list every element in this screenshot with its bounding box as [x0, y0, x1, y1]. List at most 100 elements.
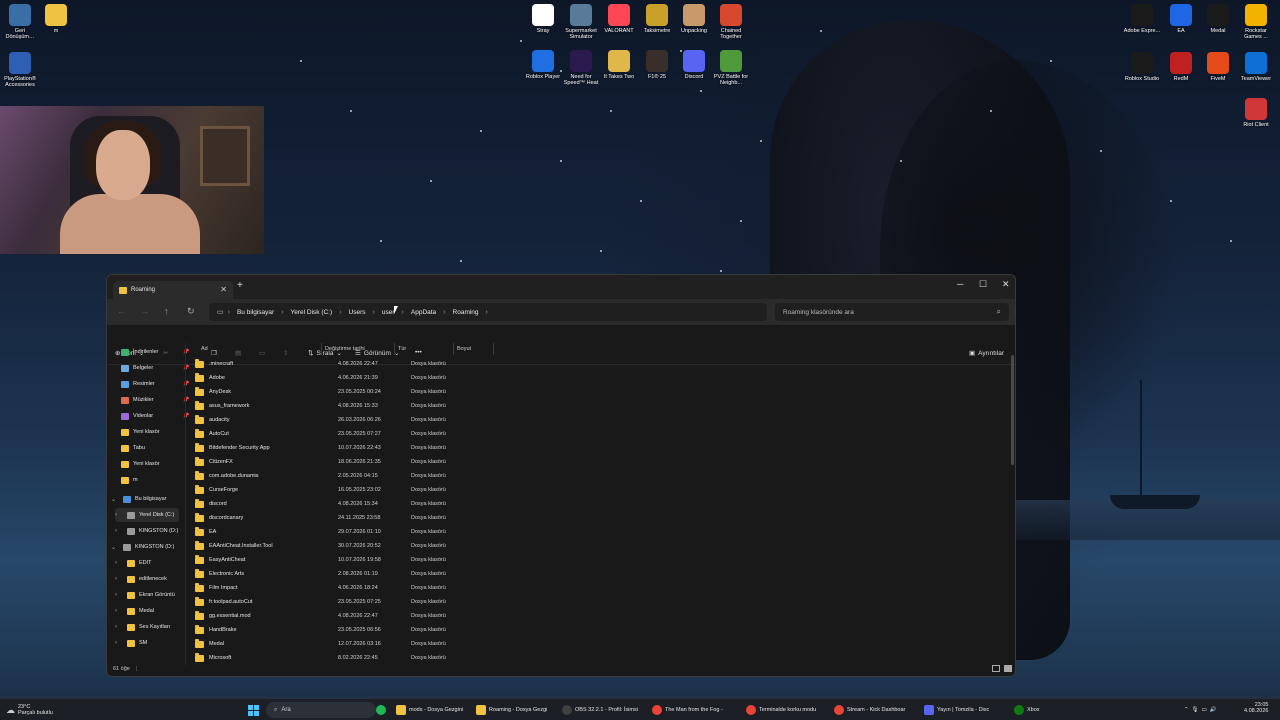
clock[interactable]: 23:05 4.08.2026 [1244, 702, 1268, 718]
column-header-type[interactable]: Tür [398, 343, 406, 355]
desktop-shortcut[interactable]: FiveM [1198, 52, 1238, 82]
column-header-name[interactable]: Ad [201, 343, 208, 355]
column-header-date[interactable]: Değiştirme tarihi [325, 343, 365, 355]
desktop-shortcut[interactable]: Riot Client [1236, 98, 1276, 128]
details-button[interactable]: ▣ Ayrıntılar [969, 349, 1004, 358]
desktop-shortcut[interactable]: RedM [1161, 52, 1201, 82]
sidebar-item[interactable]: Videolar 📌 [121, 409, 189, 423]
tree-item[interactable]: ⌄ Bu bilgisayar [111, 492, 179, 506]
file-row[interactable]: AutoCut 23.05.2025 07:27 Dosya klasörü [191, 427, 1011, 441]
file-row[interactable]: fr.toolpad.autoCut 23.05.2025 07:25 Dosya … [191, 595, 1011, 609]
file-row[interactable]: com.adobe.dunamis 2.05.2026 04:15 Dosya kl… [191, 469, 1011, 483]
desktop-shortcut[interactable]: VALORANT [599, 4, 639, 34]
file-row[interactable]: Film Impact 4.06.2026 18:24 Dosya klasörü [191, 581, 1011, 595]
file-row[interactable]: HandBrake 23.05.2025 06:56 Dosya klasörü [191, 623, 1011, 637]
desktop-shortcut[interactable]: Roblox Studio [1122, 52, 1162, 82]
file-row[interactable]: CurseForge 16.05.2025 23:02 Dosya klasörü [191, 483, 1011, 497]
breadcrumb-users[interactable]: Users [346, 309, 369, 316]
taskbar-app[interactable]: Xbox [1014, 702, 1040, 718]
copy-icon[interactable]: ❐ [211, 349, 217, 357]
file-row[interactable]: EA 29.07.2026 01:10 Dosya klasörü [191, 525, 1011, 539]
column-divider[interactable] [453, 343, 454, 355]
search-input[interactable]: Roaming klasöründe ara ⌕ [775, 303, 1009, 321]
weather-widget[interactable]: ☁ 23°C Parçalı bulutlu [6, 702, 53, 718]
chevron-right-icon[interactable]: › [115, 576, 123, 582]
sidebar-item[interactable]: Müzikler 📌 [121, 393, 189, 407]
column-header-size[interactable]: Boyut [457, 343, 471, 355]
column-divider[interactable] [493, 343, 494, 355]
more-options-button[interactable]: ••• [415, 349, 422, 356]
tree-item[interactable]: › SM [115, 636, 179, 650]
column-divider[interactable] [394, 343, 395, 355]
new-tab-icon[interactable]: + [237, 280, 243, 291]
desktop-shortcut[interactable]: PlayStation® Accessories [0, 52, 40, 89]
taskbar-app[interactable]: The Man from the Fog - [652, 702, 723, 718]
sidebar-item[interactable]: İndirilenler 📌 [121, 345, 189, 359]
file-row[interactable]: .minecraft 4.08.2026 22:47 Dosya klasörü [191, 357, 1011, 371]
tab-roaming[interactable]: Roaming ✕ [113, 281, 233, 299]
tab-close-icon[interactable]: ✕ [220, 285, 227, 294]
vertical-scrollbar[interactable] [1011, 355, 1014, 465]
desktop-shortcut[interactable]: TeamViewer [1236, 52, 1276, 82]
file-row[interactable]: discordcanary 24.11.2025 23:58 Dosya klasö… [191, 511, 1011, 525]
desktop-shortcut[interactable]: It Takes Two [599, 50, 639, 80]
start-button[interactable] [248, 702, 259, 718]
breadcrumb-appdata[interactable]: AppData [408, 309, 439, 316]
details-view-icon[interactable] [992, 665, 1000, 672]
tree-item[interactable]: › EDIT [115, 556, 179, 570]
file-row[interactable]: EAAntiCheat.Installer.Tool 30.07.2026 20:… [191, 539, 1011, 553]
chevron-right-icon[interactable]: › [115, 592, 123, 598]
tree-item[interactable]: › Medal [115, 604, 179, 618]
share-icon[interactable]: ⇪ [283, 349, 288, 357]
file-row[interactable]: gg.essential.mod 4.08.2026 22:47 Dosya kla… [191, 609, 1011, 623]
file-row[interactable]: Medal 12.07.2026 03:16 Dosya klasörü [191, 637, 1011, 651]
up-icon[interactable]: ↑ [164, 306, 169, 316]
desktop-shortcut[interactable]: PVZ Battle for Neighb... [711, 50, 751, 87]
sidebar-item[interactable]: m [121, 473, 181, 487]
file-row[interactable]: CitizenFX 18.06.2026 21:35 Dosya klasörü [191, 455, 1011, 469]
system-tray-icons[interactable]: ⌃ 🎙 ▭ 🔊 [1184, 702, 1217, 718]
desktop-shortcut[interactable]: Supermarket Simulator [561, 4, 601, 41]
desktop-shortcut[interactable]: Need for Speed™ Heat [561, 50, 601, 87]
forward-icon[interactable]: → [140, 306, 149, 316]
large-icons-view-icon[interactable] [1004, 665, 1012, 672]
taskbar-app[interactable]: Yayın | Tomzila - Disc [924, 702, 989, 718]
file-row[interactable]: AnyDesk 23.05.2025 00:24 Dosya klasörü [191, 385, 1011, 399]
breadcrumb-local-disk[interactable]: Yerel Disk (C:) [288, 309, 336, 316]
chevron-down-icon[interactable]: ⌄ [111, 544, 119, 551]
file-row[interactable]: Electronic Arts 2.08.2026 01:19 Dosya klas… [191, 567, 1011, 581]
taskbar-app[interactable]: mods - Dosya Gezgini [396, 702, 463, 718]
minimize-icon[interactable]: ─ [957, 279, 963, 289]
close-window-icon[interactable]: ✕ [1002, 279, 1010, 290]
tree-item[interactable]: › KINGSTON (D:) [115, 524, 179, 538]
sidebar-item[interactable]: Belgeler 📌 [121, 361, 189, 375]
sidebar-item[interactable]: Yeni klasör [121, 457, 181, 471]
chevron-down-icon[interactable]: ⌄ [111, 496, 119, 503]
desktop-shortcut[interactable]: Discord [674, 50, 714, 80]
taskbar-app[interactable]: OBS 32.2.1 - Profil: İsimsi [562, 702, 638, 718]
sidebar-item[interactable]: Resimler 📌 [121, 377, 189, 391]
breadcrumb-roaming[interactable]: Roaming [450, 309, 482, 316]
chevron-right-icon[interactable]: › [115, 560, 123, 566]
taskbar-app[interactable]: Terminalde korku modu [746, 702, 816, 718]
desktop-shortcut[interactable]: Stray [523, 4, 563, 34]
paste-icon[interactable]: ▤ [235, 349, 241, 357]
desktop-shortcut[interactable]: m [36, 4, 76, 34]
file-row[interactable]: Bitdefender Security App 10.07.2026 22:43… [191, 441, 1011, 455]
sidebar-item[interactable]: Tabu [121, 441, 181, 455]
desktop-shortcut[interactable]: Medal [1198, 4, 1238, 34]
breadcrumb-this-pc[interactable]: Bu bilgisayar [234, 309, 277, 316]
back-icon[interactable]: ← [117, 306, 126, 316]
desktop-shortcut[interactable]: Roblox Player [523, 50, 563, 80]
desktop-shortcut[interactable]: Chained Together [711, 4, 751, 41]
pane-divider[interactable] [185, 343, 186, 665]
chevron-right-icon[interactable]: › [115, 528, 123, 534]
taskbar-app[interactable]: Stream - Kick Dashboar [834, 702, 905, 718]
taskbar-search[interactable]: ⌕ Ara [266, 702, 376, 718]
tree-item[interactable]: ⌄ KINGSTON (D:) [111, 540, 179, 554]
refresh-icon[interactable]: ↻ [187, 306, 195, 317]
chevron-right-icon[interactable]: › [115, 608, 123, 614]
desktop-shortcut[interactable]: Unpacking [674, 4, 714, 34]
maximize-icon[interactable]: ☐ [979, 279, 987, 290]
taskbar-app[interactable] [376, 702, 386, 718]
